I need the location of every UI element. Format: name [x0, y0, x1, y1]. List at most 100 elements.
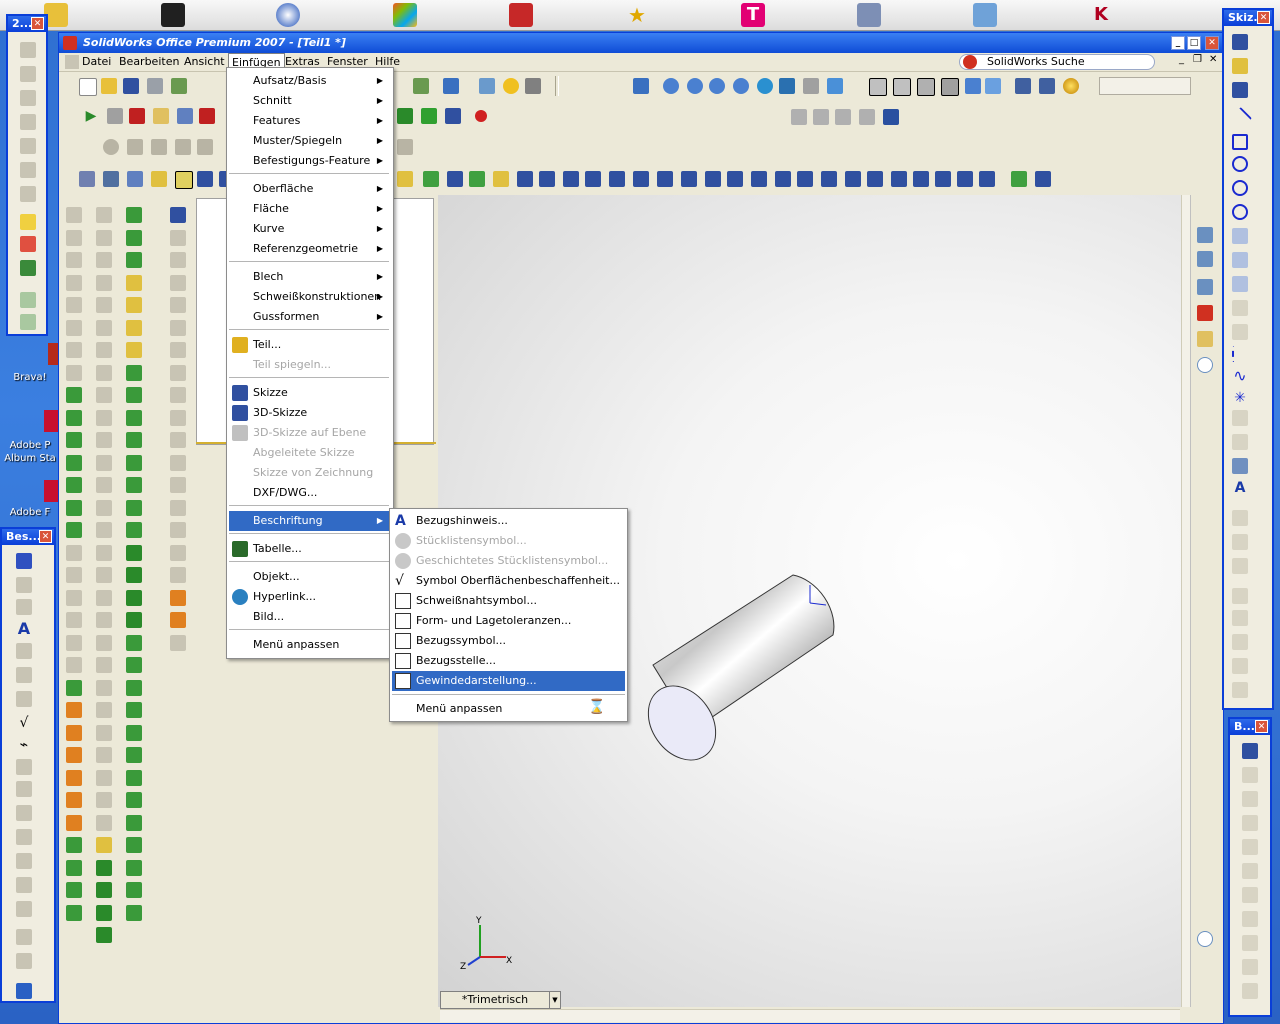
shadow-icon[interactable]	[985, 78, 1001, 94]
tool-icon[interactable]	[66, 207, 82, 223]
feature-tool-icon[interactable]	[563, 171, 579, 187]
feature-tool-icon[interactable]	[957, 171, 973, 187]
feature-icon[interactable]	[20, 114, 36, 130]
tool-icon[interactable]	[96, 634, 112, 651]
grid-icon[interactable]	[413, 78, 429, 94]
tool-icon[interactable]	[126, 207, 142, 223]
tool-icon[interactable]	[126, 477, 142, 493]
tool-icon[interactable]	[170, 454, 186, 471]
tool-icon[interactable]	[66, 769, 82, 786]
warning-icon[interactable]	[1232, 588, 1248, 604]
tool-icon[interactable]	[96, 297, 112, 313]
center-mark-icon[interactable]	[16, 929, 32, 945]
einfuegen-menu-item[interactable]: Tabelle...	[229, 539, 389, 559]
library-icon[interactable]	[1197, 251, 1213, 267]
tool-icon[interactable]	[66, 859, 82, 876]
grid-icon[interactable]	[1232, 458, 1248, 474]
explorer-icon[interactable]	[1197, 279, 1213, 295]
new-icon[interactable]	[79, 78, 97, 96]
surface-finish-icon[interactable]: √	[16, 715, 32, 731]
einfuegen-menu-item[interactable]: Objekt...	[229, 567, 389, 587]
arc-icon[interactable]	[1232, 228, 1248, 244]
relation-icon[interactable]	[1232, 510, 1248, 526]
beschriftung-menu-item[interactable]: Gewindedarstellung...	[392, 671, 625, 691]
three-point-arc-icon[interactable]	[1232, 276, 1248, 292]
pan-icon[interactable]	[779, 78, 795, 94]
palette-title[interactable]: 2... ✕	[8, 16, 46, 32]
feature-tool-icon[interactable]	[397, 171, 413, 187]
tool-icon[interactable]	[66, 724, 82, 741]
close-icon[interactable]: ✕	[39, 530, 52, 543]
tool-icon[interactable]	[96, 387, 112, 403]
view-orientation-icon[interactable]	[827, 78, 843, 94]
text-icon[interactable]: A	[1232, 480, 1248, 496]
tool-icon[interactable]	[170, 387, 186, 403]
tool-icon[interactable]	[66, 499, 82, 516]
tool-icon[interactable]	[66, 589, 82, 606]
feature-tool-icon[interactable]	[469, 171, 485, 187]
tool-icon[interactable]	[66, 477, 82, 493]
centerline-icon[interactable]	[1232, 346, 1250, 362]
tool-icon[interactable]	[96, 477, 112, 493]
tool-icon[interactable]	[96, 207, 112, 223]
options-icon[interactable]	[479, 78, 495, 94]
open-icon[interactable]	[101, 78, 117, 94]
tool-icon[interactable]	[96, 522, 112, 538]
tool-icon[interactable]	[66, 904, 82, 921]
einfuegen-menu-item[interactable]: Menü anpassen	[229, 635, 389, 655]
close-icon[interactable]: ✕	[31, 17, 44, 30]
view-icon[interactable]	[835, 109, 851, 125]
minimize-button[interactable]: _	[1171, 36, 1185, 50]
maximize-button[interactable]: □	[1187, 36, 1201, 50]
einfuegen-menu-item[interactable]: Teil...	[229, 335, 389, 355]
tool-icon[interactable]	[66, 567, 82, 583]
tool-icon[interactable]	[96, 364, 112, 381]
wireframe-icon[interactable]	[869, 78, 887, 96]
spelling-icon[interactable]	[79, 171, 95, 187]
sketch-icon[interactable]	[1232, 34, 1248, 50]
tool-icon[interactable]	[96, 319, 112, 336]
tool-icon[interactable]	[66, 747, 82, 763]
datum-target-icon[interactable]	[16, 805, 32, 821]
tool-icon[interactable]	[66, 837, 82, 853]
tool-icon[interactable]	[126, 387, 142, 403]
polygon-icon[interactable]	[1232, 156, 1248, 172]
zoom-selection-icon[interactable]	[733, 78, 749, 94]
tool-icon[interactable]	[66, 229, 82, 246]
dimension-icon[interactable]	[1242, 743, 1258, 759]
config-dropdown[interactable]	[1099, 77, 1191, 95]
feature-tool-icon[interactable]	[539, 171, 555, 187]
stop-icon[interactable]	[107, 108, 123, 124]
tool-icon[interactable]	[66, 612, 82, 628]
network-icon[interactable]	[973, 3, 997, 27]
perimeter-circle-icon[interactable]	[1232, 204, 1248, 220]
tool-icon[interactable]	[96, 882, 112, 898]
k-icon[interactable]: K	[1089, 3, 1113, 27]
feature-tool-icon[interactable]	[727, 171, 743, 187]
tool-icon[interactable]	[170, 567, 186, 583]
tool-icon[interactable]	[96, 679, 112, 696]
tool-icon[interactable]	[96, 769, 112, 786]
view-icon[interactable]	[791, 109, 807, 125]
einfuegen-menu-item[interactable]: Kurve ▶	[229, 219, 389, 239]
tool-icon[interactable]	[96, 454, 112, 471]
pencil-icon[interactable]	[20, 236, 36, 252]
smart-dimension-icon[interactable]	[1232, 58, 1248, 74]
tool-icon[interactable]	[170, 409, 186, 426]
tool-icon[interactable]	[170, 477, 186, 493]
feature-tool-icon[interactable]	[1035, 171, 1051, 187]
tool-icon[interactable]	[96, 589, 112, 606]
star-icon[interactable]: ★	[625, 3, 649, 27]
einfuegen-menu-item[interactable]: Hyperlink...	[229, 587, 389, 607]
tool-icon[interactable]	[66, 319, 82, 336]
tool-icon[interactable]	[170, 319, 186, 336]
feature-tool-icon[interactable]	[891, 171, 907, 187]
feature-tool-icon[interactable]	[1011, 171, 1027, 187]
relation-icon[interactable]	[1232, 558, 1248, 574]
tool-icon[interactable]	[66, 522, 82, 538]
einfuegen-menu-item[interactable]: Gussformen ▶	[229, 307, 389, 327]
layout-icon[interactable]	[151, 171, 167, 187]
circle-icon[interactable]	[103, 139, 119, 155]
datum-icon[interactable]	[16, 781, 32, 797]
new-macro-icon[interactable]	[177, 108, 193, 124]
